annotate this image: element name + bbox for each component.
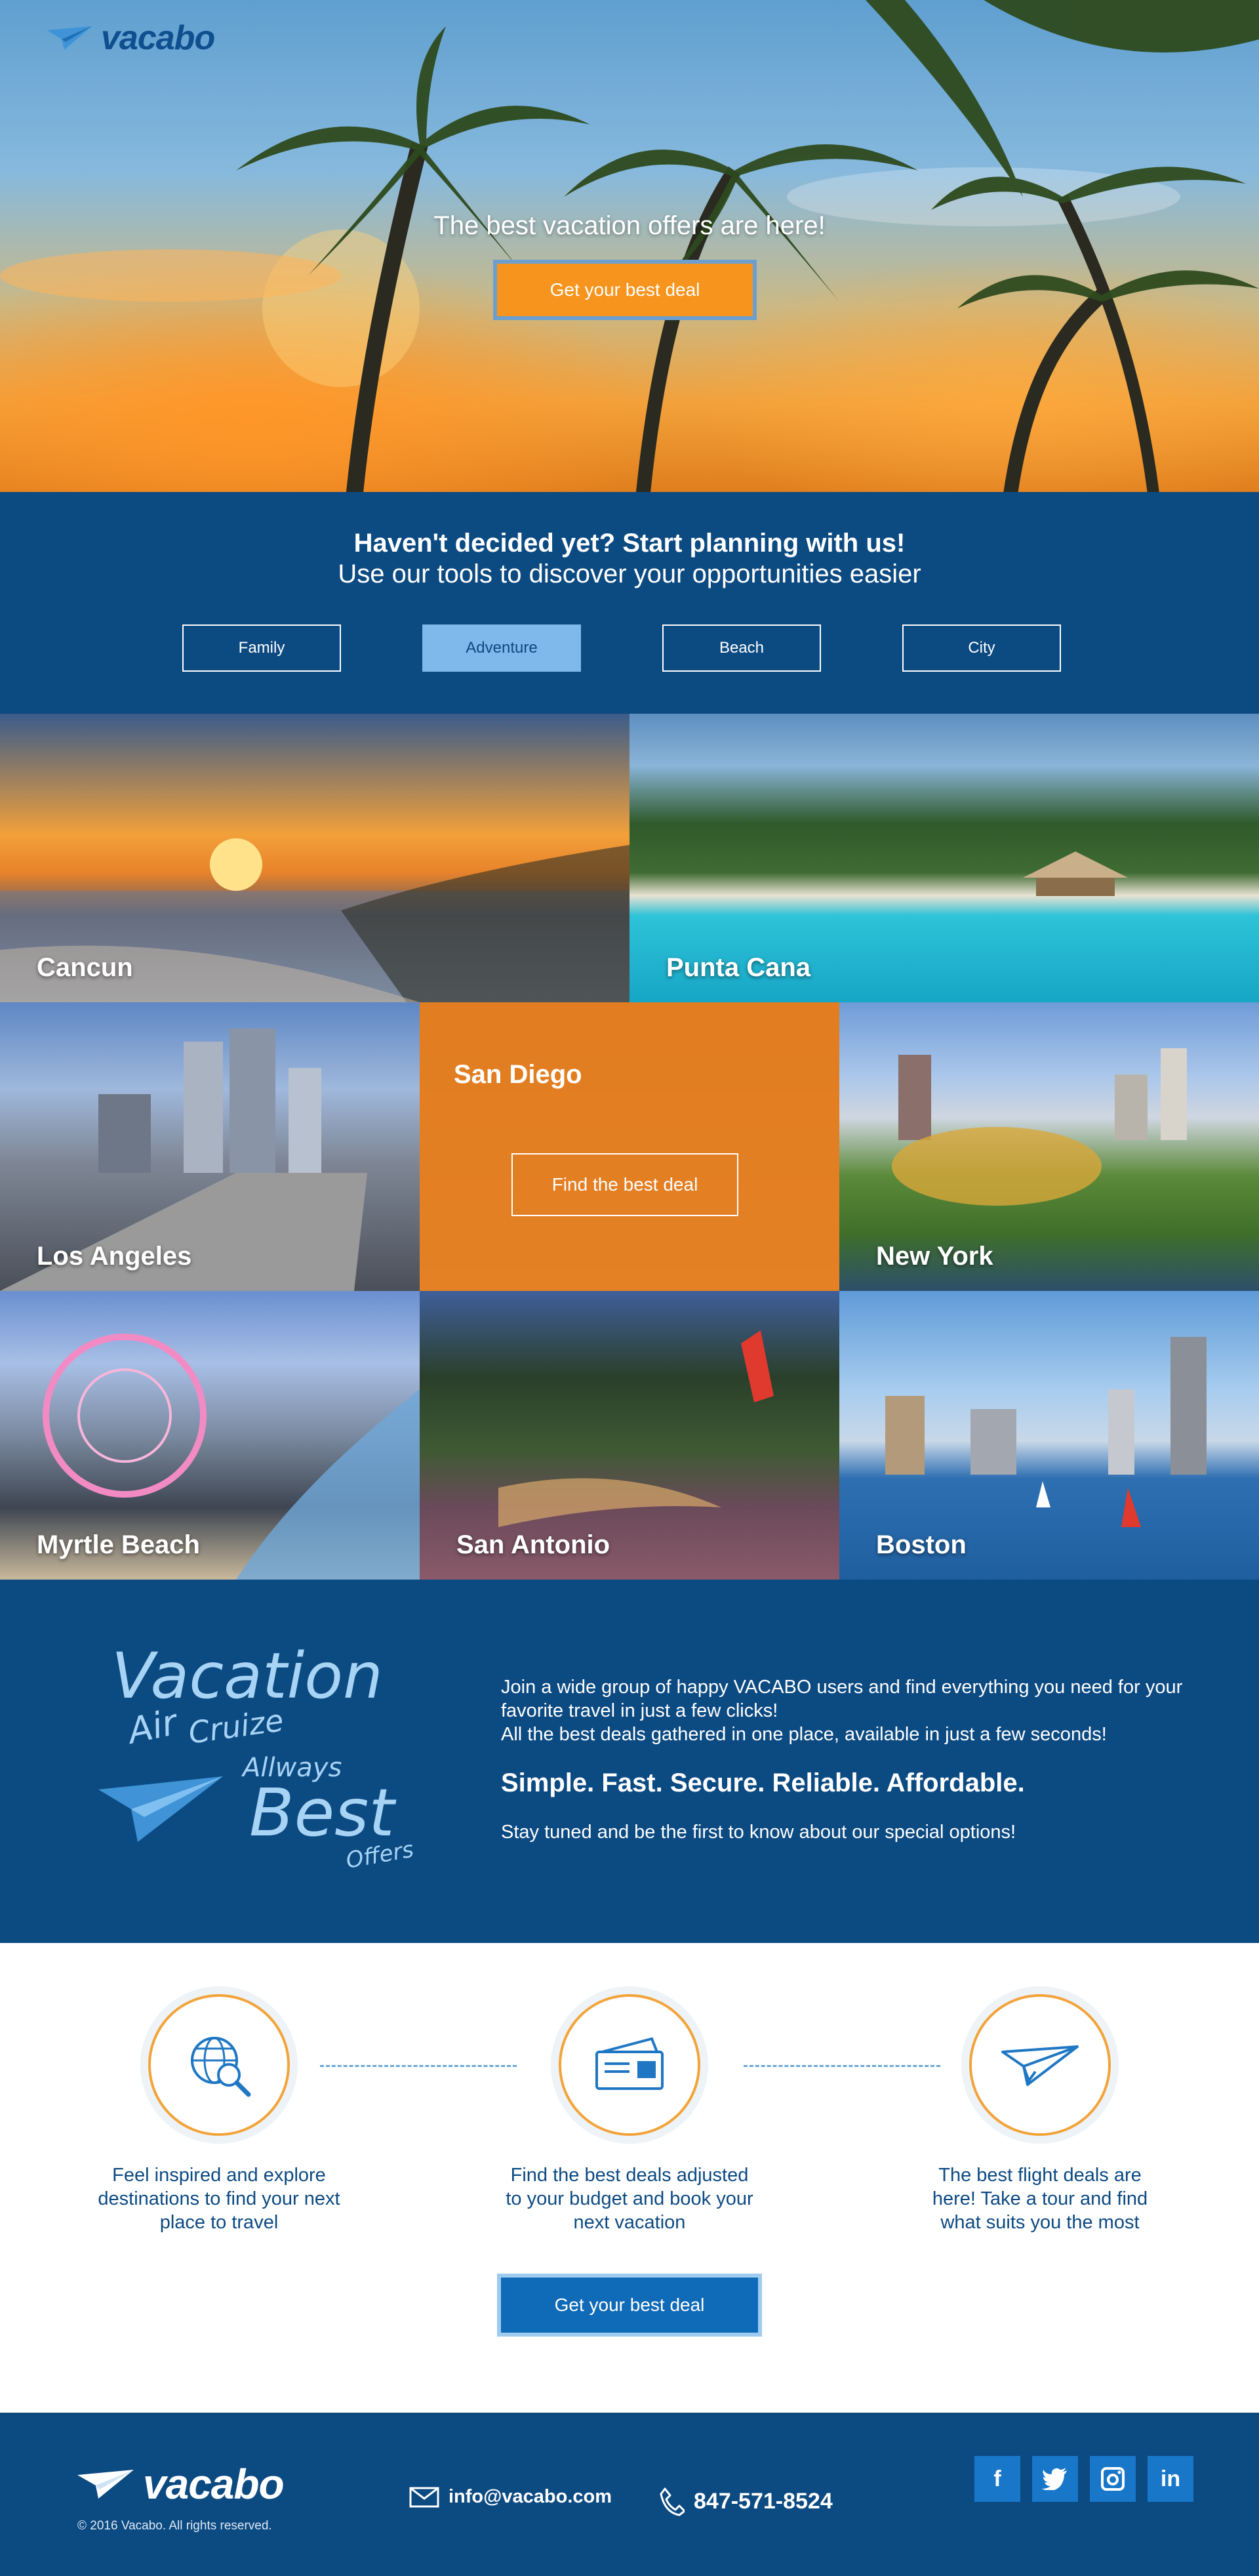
destination-name: San Diego bbox=[454, 1060, 582, 1089]
step-2-circle bbox=[559, 1994, 700, 2136]
destination-name: Cancun bbox=[37, 953, 133, 982]
hero-palm-illustration bbox=[0, 0, 1259, 492]
step-connector-2 bbox=[744, 2065, 940, 2067]
logo-text: vacabo bbox=[101, 19, 215, 57]
destination-name: Los Angeles bbox=[37, 1242, 192, 1271]
destination-tile-san-diego[interactable]: San Diego Find the best deal bbox=[420, 1002, 839, 1291]
steps-cta-button[interactable]: Get your best deal bbox=[497, 2274, 762, 2337]
planning-section: Haven't decided yet? Start planning with… bbox=[0, 492, 1259, 714]
destination-name: New York bbox=[876, 1242, 993, 1271]
email-contact[interactable]: info@vacabo.com bbox=[409, 2486, 612, 2508]
step-3-circle bbox=[969, 1994, 1111, 2136]
step-2-text: Find the best deals adjusted to your bud… bbox=[506, 2165, 753, 2233]
envelope-icon bbox=[409, 2487, 439, 2507]
paper-plane-icon bbox=[1001, 2045, 1079, 2086]
word-art-vacation: Vacation bbox=[111, 1639, 383, 1713]
footer: vacabo © 2016 Vacabo. All rights reserve… bbox=[0, 2413, 1259, 2576]
globe-search-icon bbox=[191, 2037, 251, 2097]
destination-name: Boston bbox=[876, 1530, 967, 1559]
destination-name: Punta Cana bbox=[666, 953, 811, 982]
about-paragraph-1: Join a wide group of happy VACABO users … bbox=[501, 1677, 1183, 1721]
destination-tile-boston[interactable]: Boston bbox=[839, 1291, 1259, 1580]
category-filters: Family Adventure Beach City bbox=[182, 624, 1061, 672]
phone-text: 847-571-8524 bbox=[694, 2488, 833, 2514]
facebook-icon[interactable]: f bbox=[974, 2456, 1020, 2502]
step-1-circle bbox=[148, 1994, 290, 2136]
destinations-grid: Cancun Punta Cana Los Angeles San Diego bbox=[0, 714, 1259, 1580]
hero-section: vacabo The best vacation offers are here… bbox=[0, 0, 1259, 492]
phone-contact[interactable]: 847-571-8524 bbox=[658, 2486, 833, 2516]
destination-tile-san-antonio[interactable]: San Antonio bbox=[420, 1291, 839, 1580]
paper-plane-icon bbox=[98, 1776, 223, 1842]
paper-plane-logo-icon bbox=[47, 26, 92, 50]
filter-beach-button[interactable]: Beach bbox=[662, 624, 821, 672]
phone-icon bbox=[660, 2487, 685, 2516]
planning-heading: Haven't decided yet? Start planning with… bbox=[353, 529, 906, 558]
filter-adventure-button[interactable]: Adventure bbox=[422, 624, 581, 672]
destination-name: San Antonio bbox=[456, 1530, 610, 1559]
about-paragraph-3: Stay tuned and be the first to know abou… bbox=[501, 1822, 1016, 1843]
step-connector-1 bbox=[320, 2065, 517, 2067]
filter-city-button[interactable]: City bbox=[902, 624, 1061, 672]
step-1-text: Feel inspired and explore destinations t… bbox=[98, 2165, 340, 2233]
header-logo[interactable]: vacabo bbox=[46, 18, 215, 58]
destination-tile-new-york[interactable]: New York bbox=[839, 1002, 1259, 1291]
destination-tile-myrtle-beach[interactable]: Myrtle Beach bbox=[0, 1291, 420, 1580]
word-art-best: Best bbox=[249, 1774, 397, 1851]
ticket-icon bbox=[595, 2037, 664, 2090]
how-it-works-section: Feel inspired and explore destinations t… bbox=[0, 1943, 1259, 2413]
about-paragraph-2: All the best deals gathered in one place… bbox=[501, 1724, 1107, 1745]
paper-plane-logo-icon bbox=[77, 2470, 134, 2499]
social-links: f in bbox=[974, 2456, 1193, 2502]
planning-subheading: Use our tools to discover your opportuni… bbox=[338, 560, 921, 588]
instagram-icon[interactable] bbox=[1090, 2456, 1136, 2502]
about-section: Vacation Air Cruize Allways Best Offers … bbox=[0, 1580, 1259, 1943]
about-tagline: Simple. Fast. Secure. Reliable. Affordab… bbox=[501, 1768, 1025, 1797]
about-text: Join a wide group of happy VACABO users … bbox=[501, 1675, 1183, 1843]
destination-tile-punta-cana[interactable]: Punta Cana bbox=[630, 714, 1259, 1002]
copyright-text: © 2016 Vacabo. All rights reserved. bbox=[77, 2519, 272, 2533]
linkedin-icon[interactable]: in bbox=[1148, 2456, 1193, 2502]
twitter-icon[interactable] bbox=[1032, 2456, 1078, 2502]
email-text: info@vacabo.com bbox=[449, 2486, 612, 2507]
destination-name: Myrtle Beach bbox=[37, 1530, 200, 1559]
highlight-overlay bbox=[420, 1002, 839, 1291]
footer-logo[interactable]: vacabo bbox=[76, 2460, 285, 2508]
filter-family-button[interactable]: Family bbox=[182, 624, 341, 672]
destination-tile-los-angeles[interactable]: Los Angeles bbox=[0, 1002, 420, 1291]
vacation-word-art: Vacation Air Cruize Allways Best Offers bbox=[98, 1639, 416, 1874]
find-best-deal-button[interactable]: Find the best deal bbox=[511, 1153, 738, 1216]
logo-text: vacabo bbox=[143, 2461, 285, 2508]
hero-cta-button[interactable]: Get your best deal bbox=[493, 260, 757, 320]
hero-title: The best vacation offers are here! bbox=[433, 211, 826, 240]
destination-tile-cancun[interactable]: Cancun bbox=[0, 714, 630, 1002]
step-3-text: The best flight deals are here! Take a t… bbox=[932, 2165, 1148, 2233]
